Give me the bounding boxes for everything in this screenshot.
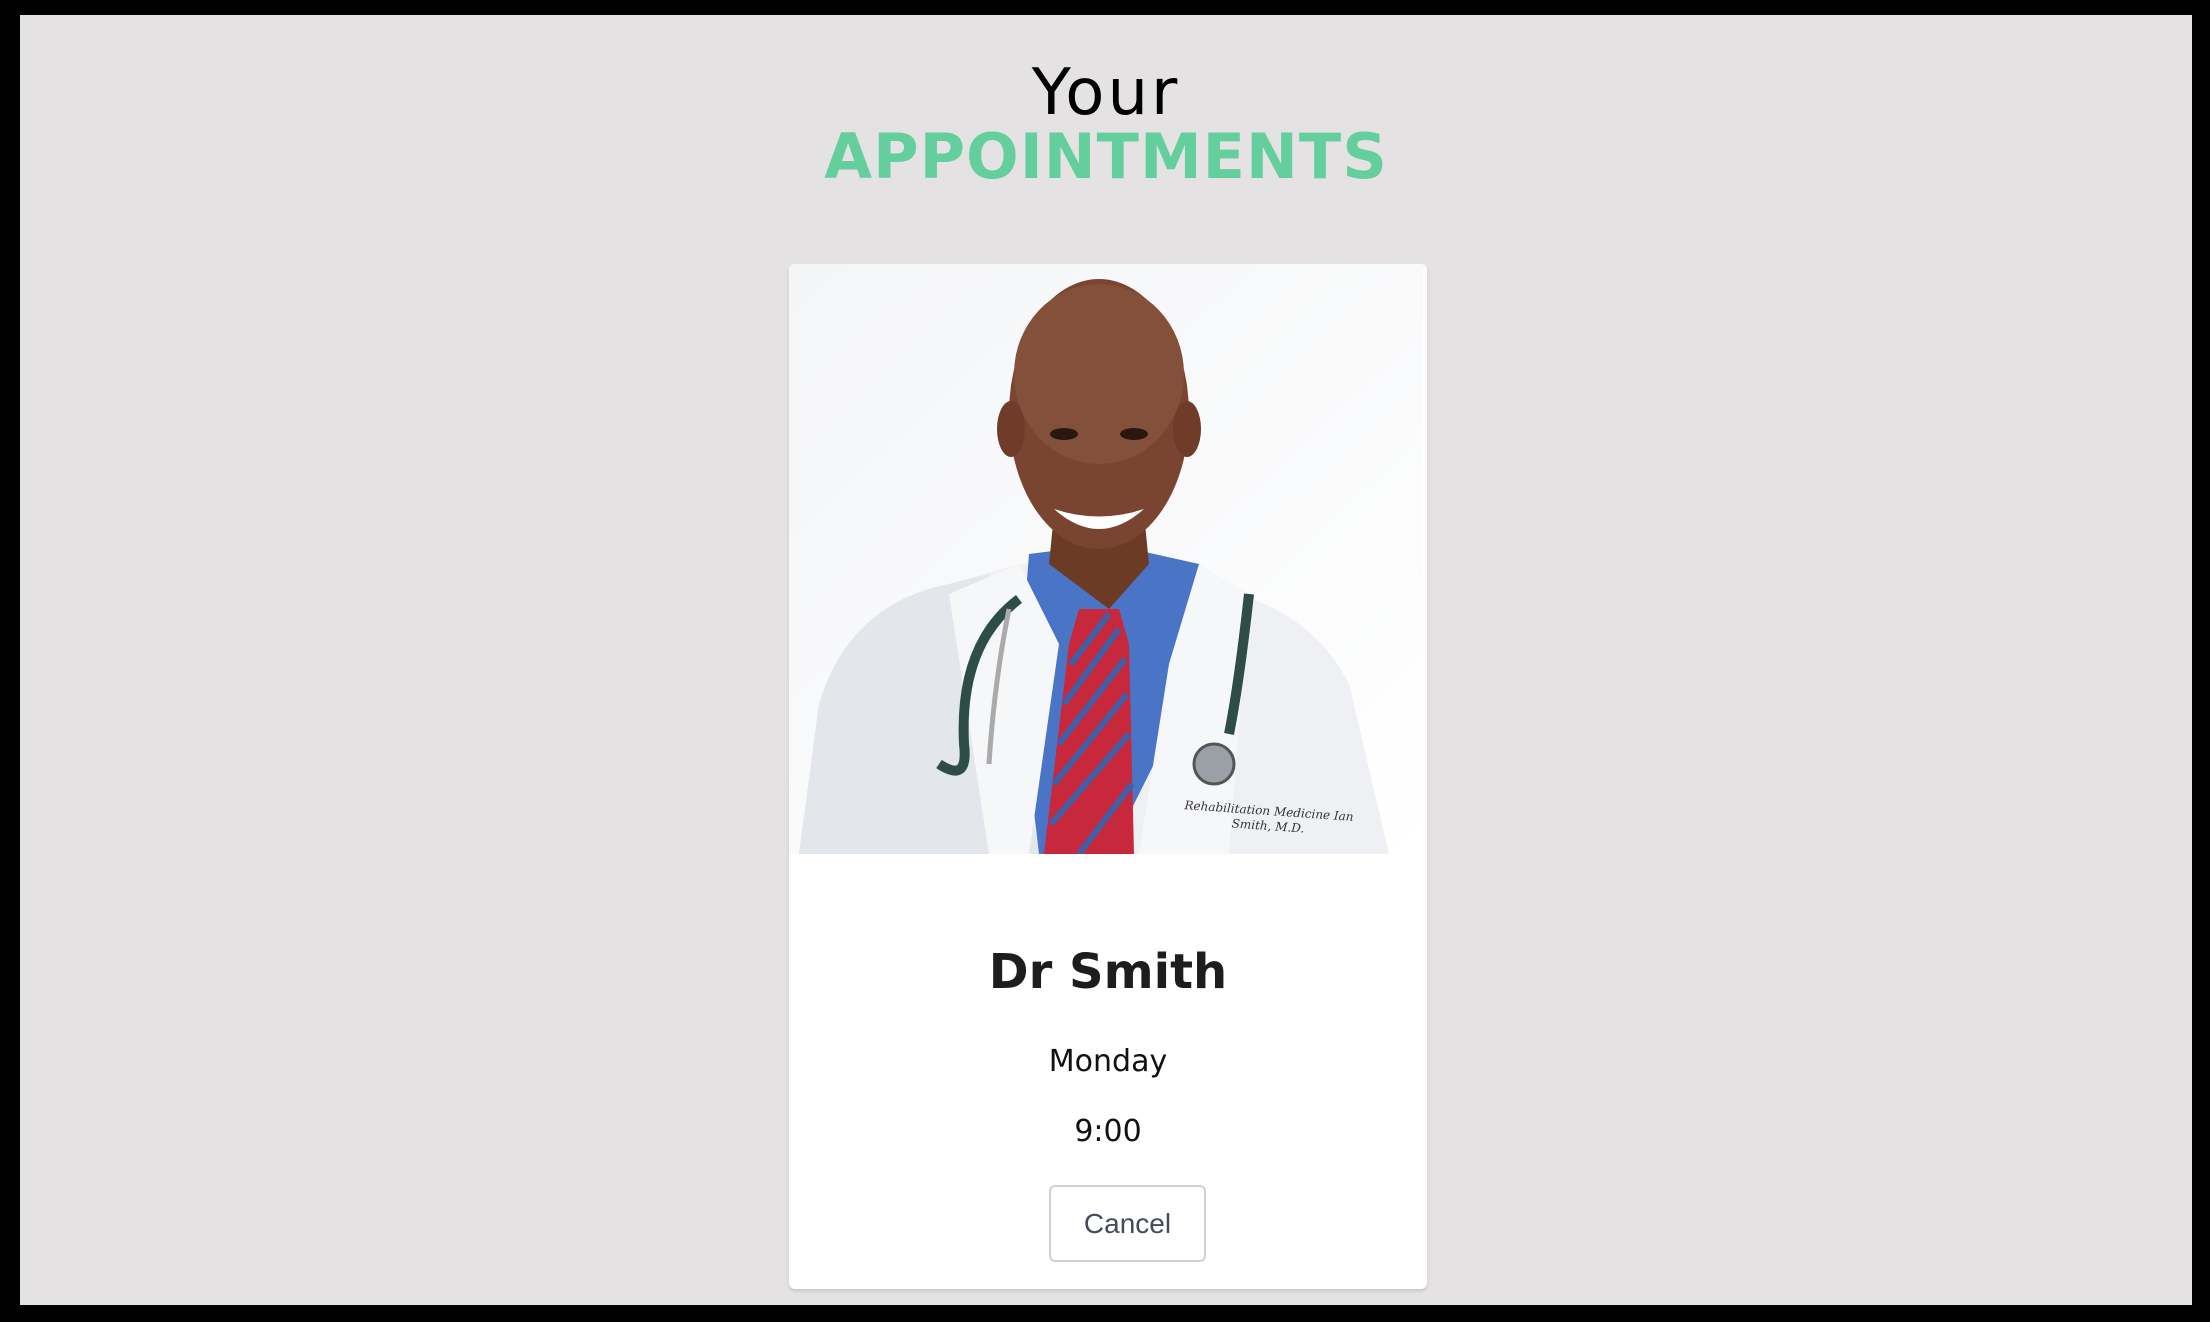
- page-title-line2: APPOINTMENTS: [824, 120, 1388, 193]
- appointment-card: Rehabilitation Medicine Ian Smith, M.D. …: [789, 264, 1427, 1289]
- doctor-name: Dr Smith: [988, 944, 1228, 1000]
- doctor-portrait-image: [789, 264, 1423, 854]
- cancel-button[interactable]: Cancel: [1049, 1185, 1206, 1262]
- appointment-time: 9:00: [1074, 1114, 1142, 1149]
- doctor-photo: Rehabilitation Medicine Ian Smith, M.D.: [789, 264, 1423, 854]
- page: Your APPOINTMENTS Rehabilitation Medicin…: [20, 15, 2192, 1305]
- appointment-day: Monday: [1048, 1044, 1168, 1079]
